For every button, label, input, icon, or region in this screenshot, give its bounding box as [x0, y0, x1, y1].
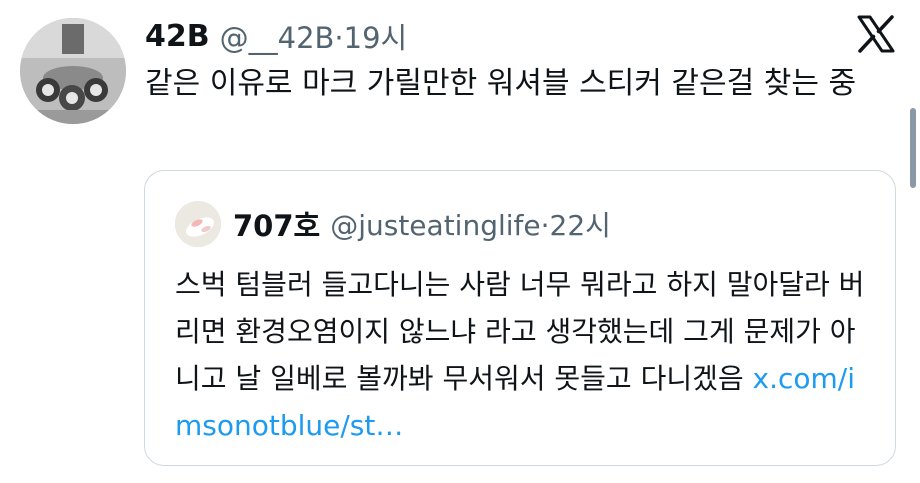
x-logo-icon[interactable] — [856, 14, 896, 54]
tweet-text: 같은 이유로 마크 가릴만한 워셔블 스티커 같은걸 찾는 중 — [145, 66, 857, 101]
quote-text-block: 스벅 텀블러 들고다니는 사람 너무 뭐라고 하지 말아달라 버리면 환경오염이… — [175, 261, 875, 449]
author-avatar[interactable] — [20, 18, 126, 124]
quote-time[interactable]: 22시 — [550, 209, 611, 242]
quote-tweet-card[interactable]: 707호 @justeatinglife·22시 스벅 텀블러 들고다니는 사람… — [144, 170, 896, 466]
avatar-image — [20, 18, 126, 124]
quote-avatar-image — [175, 201, 221, 247]
meta-separator: · — [334, 21, 344, 55]
scrollbar-thumb[interactable] — [910, 108, 916, 188]
author-meta: @__42B·19시 — [220, 15, 408, 57]
quote-author-display-name[interactable]: 707호 — [233, 203, 320, 245]
tweet-header: 42B @__42B·19시 — [145, 12, 407, 60]
quote-author-handle[interactable]: @justeatinglife — [330, 209, 540, 242]
quote-author-avatar[interactable] — [175, 201, 221, 247]
quote-header: 707호 @justeatinglife·22시 — [233, 199, 611, 249]
quote-meta-separator: · — [540, 209, 550, 242]
author-display-name[interactable]: 42B — [145, 19, 210, 54]
tweet-time[interactable]: 19시 — [344, 21, 408, 55]
author-handle[interactable]: @__42B — [220, 21, 335, 55]
quote-author-meta: @justeatinglife·22시 — [330, 204, 611, 244]
